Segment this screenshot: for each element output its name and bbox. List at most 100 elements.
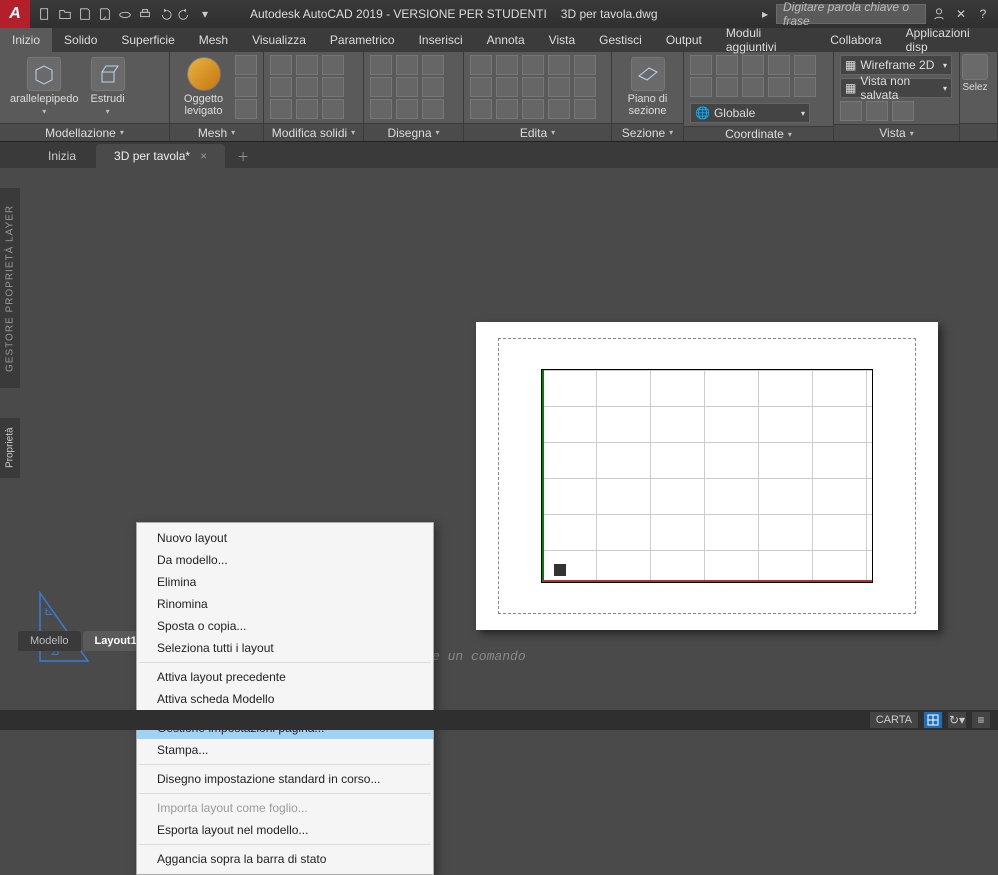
c2[interactable]	[690, 77, 712, 97]
extrude-button[interactable]: Estrudi ▾	[87, 55, 129, 118]
search-arrow-icon[interactable]: ▸	[758, 7, 772, 21]
e5[interactable]	[496, 77, 518, 97]
ms9[interactable]	[322, 99, 344, 119]
e3[interactable]	[470, 99, 492, 119]
ms3[interactable]	[270, 99, 292, 119]
e1[interactable]	[470, 55, 492, 75]
ctx-export-model[interactable]: Esporta layout nel modello...	[137, 819, 433, 841]
ctx-new-layout[interactable]: Nuovo layout	[137, 527, 433, 549]
visual-style-dropdown[interactable]: ▦ Wireframe 2D ▾	[840, 55, 952, 75]
ctx-move-copy[interactable]: Sposta o copia...	[137, 615, 433, 637]
ms1[interactable]	[270, 55, 292, 75]
menu-tab-inizio[interactable]: Inizio	[0, 28, 52, 52]
d7[interactable]	[422, 55, 444, 75]
e14[interactable]	[574, 77, 596, 97]
menu-tab-inserisci[interactable]: Inserisci	[407, 28, 475, 52]
d3[interactable]	[370, 99, 392, 119]
print-icon[interactable]	[136, 5, 154, 23]
menu-tab-visualizza[interactable]: Visualizza	[240, 28, 318, 52]
panel-edita-label[interactable]: Edita▾	[464, 123, 611, 141]
e9[interactable]	[522, 99, 544, 119]
e8[interactable]	[522, 77, 544, 97]
e4[interactable]	[496, 55, 518, 75]
saved-view-dropdown[interactable]: ▦ Vista non salvata ▾	[840, 78, 952, 98]
ctx-activate-model[interactable]: Attiva scheda Modello	[137, 688, 433, 710]
status-grid-icon[interactable]	[924, 712, 942, 728]
properties-palette-handle[interactable]: Proprietà	[0, 418, 20, 478]
ctx-select-all[interactable]: Seleziona tutti i layout	[137, 637, 433, 659]
ctx-prev-layout[interactable]: Attiva layout precedente	[137, 666, 433, 688]
command-line[interactable]: e un comando	[432, 649, 526, 664]
panel-vista-label[interactable]: Vista▾	[834, 124, 959, 141]
c8[interactable]	[768, 77, 790, 97]
exchange-icon[interactable]: ✕	[952, 5, 970, 23]
help-icon[interactable]: ?	[974, 5, 992, 23]
menu-tab-annota[interactable]: Annota	[475, 28, 537, 52]
layout-tab-model[interactable]: Modello	[18, 631, 81, 651]
panel-mesh-label[interactable]: Mesh▾	[170, 123, 263, 141]
c1[interactable]	[690, 55, 712, 75]
menu-tab-collabora[interactable]: Collabora	[818, 28, 893, 52]
status-space[interactable]: CARTA	[870, 712, 918, 728]
menu-tab-mesh[interactable]: Mesh	[187, 28, 240, 52]
c5[interactable]	[742, 55, 764, 75]
status-refresh-icon[interactable]: ↻▾	[948, 712, 966, 728]
menu-tab-superficie[interactable]: Superficie	[109, 28, 186, 52]
ms8[interactable]	[322, 77, 344, 97]
menu-tab-output[interactable]: Output	[654, 28, 714, 52]
e12[interactable]	[548, 99, 570, 119]
ms7[interactable]	[322, 55, 344, 75]
d8[interactable]	[422, 77, 444, 97]
v2[interactable]	[866, 101, 888, 121]
e6[interactable]	[496, 99, 518, 119]
menu-tab-gestisci[interactable]: Gestisci	[587, 28, 654, 52]
select-button[interactable]: Selez	[962, 54, 988, 93]
box-button[interactable]: arallelepipedo ▾	[6, 55, 83, 118]
search-input[interactable]: Digitare parola chiave o frase	[776, 4, 926, 24]
e11[interactable]	[548, 77, 570, 97]
ms6[interactable]	[296, 99, 318, 119]
mesh-opt1-button[interactable]	[235, 55, 257, 75]
v3[interactable]	[892, 101, 914, 121]
section-plane-button[interactable]: Piano di sezione	[618, 55, 677, 119]
redo-icon[interactable]	[176, 5, 194, 23]
e10[interactable]	[548, 55, 570, 75]
mesh-opt2-button[interactable]	[235, 77, 257, 97]
menu-tab-vista[interactable]: Vista	[537, 28, 587, 52]
d6[interactable]	[396, 99, 418, 119]
c7[interactable]	[768, 55, 790, 75]
ctx-print[interactable]: Stampa...	[137, 739, 433, 761]
ctx-from-template[interactable]: Da modello...	[137, 549, 433, 571]
e15[interactable]	[574, 99, 596, 119]
panel-modellazione-label[interactable]: Modellazione▾	[0, 123, 169, 141]
panel-modifica-solidi-label[interactable]: Modifica solidi▾	[264, 123, 363, 141]
c3[interactable]	[716, 55, 738, 75]
d5[interactable]	[396, 77, 418, 97]
e2[interactable]	[470, 77, 492, 97]
d2[interactable]	[370, 77, 392, 97]
e7[interactable]	[522, 55, 544, 75]
ctx-drawing-standard[interactable]: Disegno impostazione standard in corso..…	[137, 768, 433, 790]
menu-tab-moduli[interactable]: Moduli aggiuntivi	[714, 28, 818, 52]
saveas-icon[interactable]	[96, 5, 114, 23]
c4[interactable]	[716, 77, 738, 97]
cloud-icon[interactable]	[116, 5, 134, 23]
app-logo[interactable]: A	[0, 0, 30, 28]
drawing-area[interactable]: GESTORE PROPRIETÀ LAYER Proprietà ⊾⊿ e u…	[0, 168, 998, 670]
menu-tab-solido[interactable]: Solido	[52, 28, 109, 52]
panel-disegna-label[interactable]: Disegna▾	[364, 123, 463, 141]
save-icon[interactable]	[76, 5, 94, 23]
doc-tab-start[interactable]: Inizia	[30, 144, 94, 168]
smooth-object-button[interactable]: Oggetto levigato	[176, 55, 231, 119]
ms4[interactable]	[296, 55, 318, 75]
status-menu-icon[interactable]: ≡	[972, 712, 990, 728]
signin-icon[interactable]	[930, 5, 948, 23]
doc-tab-file[interactable]: 3D per tavola*×	[96, 144, 225, 168]
ctx-rename[interactable]: Rinomina	[137, 593, 433, 615]
v1[interactable]	[840, 101, 862, 121]
c10[interactable]	[794, 77, 816, 97]
mesh-opt3-button[interactable]	[235, 99, 257, 119]
layer-palette-handle[interactable]: GESTORE PROPRIETÀ LAYER	[0, 188, 20, 388]
close-icon[interactable]: ×	[200, 149, 207, 163]
d9[interactable]	[422, 99, 444, 119]
